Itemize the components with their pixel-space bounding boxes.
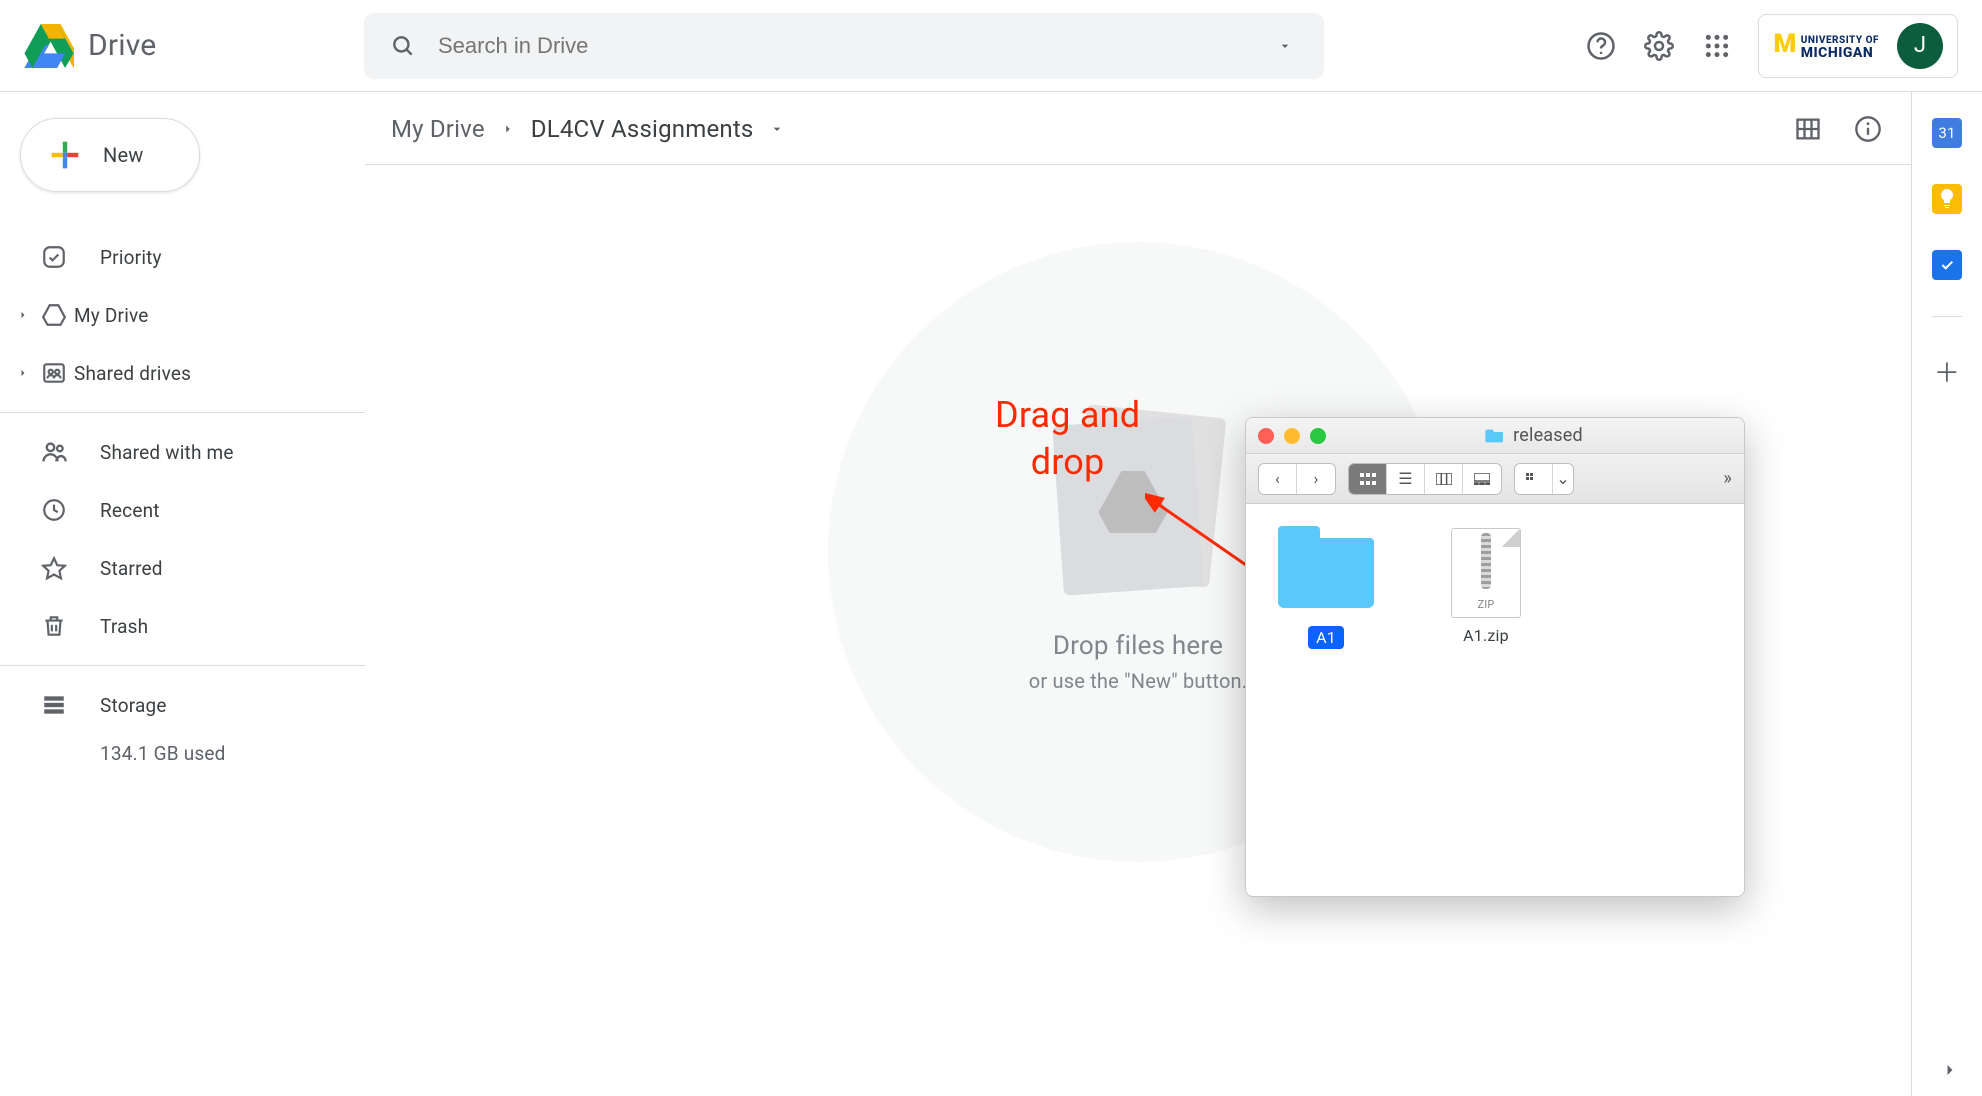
sidebar-item-label: Shared with me [100, 441, 234, 464]
window-traffic-lights [1258, 428, 1326, 444]
info-icon[interactable] [1851, 112, 1885, 146]
sidebar-item-label: Storage [100, 694, 167, 717]
view-grid-icon[interactable] [1791, 112, 1825, 146]
zip-file-icon: ZIP [1451, 528, 1521, 618]
shared-drives-icon [38, 360, 70, 386]
search-input[interactable] [438, 33, 1250, 59]
chevron-down-icon: ⌄ [1553, 464, 1573, 494]
breadcrumb-current[interactable]: DL4CV Assignments [531, 115, 754, 143]
plus-icon [45, 135, 85, 175]
folder-icon [1485, 428, 1505, 444]
dropzone-text-primary: Drop files here [1053, 631, 1223, 661]
finder-window[interactable]: released ‹ › ☰ ⌄ » [1245, 417, 1745, 897]
org-logo: MUNIVERSITY OFMICHIGAN [1773, 31, 1879, 61]
chevron-right-icon [12, 367, 34, 379]
minimize-window-icon[interactable] [1284, 428, 1300, 444]
zoom-window-icon[interactable] [1310, 428, 1326, 444]
account-avatar[interactable]: J [1897, 23, 1943, 69]
search-options-icon[interactable] [1268, 29, 1302, 63]
sidebar-item-starred[interactable]: Starred [0, 539, 365, 597]
search-bar[interactable] [364, 13, 1324, 79]
finder-nav-buttons: ‹ › [1258, 463, 1336, 495]
finder-view-buttons: ☰ [1348, 463, 1502, 495]
storage-used-text: 134.1 GB used [0, 742, 365, 765]
dropzone-illustration-icon [1028, 411, 1248, 591]
finder-toolbar: ‹ › ☰ ⌄ » [1246, 454, 1744, 504]
finder-item-name: A1 [1308, 626, 1344, 649]
help-icon[interactable] [1584, 29, 1618, 63]
folder-icon [1278, 538, 1374, 608]
starred-icon [38, 555, 70, 581]
recent-icon [38, 497, 70, 523]
side-panel: 31 ＋ [1912, 92, 1982, 1096]
sidebar-item-recent[interactable]: Recent [0, 481, 365, 539]
finder-gallery-view-button[interactable] [1463, 464, 1501, 494]
calendar-addon-icon[interactable]: 31 [1932, 118, 1962, 148]
storage-icon [38, 692, 70, 718]
tasks-addon-icon[interactable] [1932, 250, 1962, 280]
main-content: My Drive DL4CV Assignments Drop files he… [365, 92, 1912, 1096]
finder-forward-button[interactable]: › [1297, 464, 1335, 494]
sidebar-item-label: My Drive [74, 304, 149, 327]
trash-icon [38, 613, 70, 639]
sidebar-item-storage[interactable]: Storage [0, 676, 365, 734]
breadcrumb-dropdown-icon[interactable] [769, 121, 785, 137]
chevron-right-icon [501, 122, 515, 136]
sidebar-item-priority[interactable]: Priority [0, 228, 365, 286]
add-addon-button[interactable]: ＋ [1934, 353, 1960, 390]
sidebar-item-label: Priority [100, 246, 162, 269]
dropzone-text-secondary: or use the "New" button. [1029, 669, 1248, 693]
breadcrumb: My Drive DL4CV Assignments [365, 92, 1911, 165]
new-button-label: New [103, 143, 144, 167]
block-m-icon: M [1773, 29, 1796, 59]
settings-gear-icon[interactable] [1642, 29, 1676, 63]
priority-icon [38, 244, 70, 270]
finder-arrange-button[interactable]: ⌄ [1514, 463, 1574, 495]
sidebar-item-label: Trash [100, 615, 148, 638]
close-window-icon[interactable] [1258, 428, 1274, 444]
sidebar: New Priority My Drive Sha [0, 92, 365, 1096]
organization-card[interactable]: MUNIVERSITY OFMICHIGAN J [1758, 14, 1958, 78]
finder-item-zip[interactable]: ZIP A1.zip [1436, 530, 1536, 870]
apps-grid-icon[interactable] [1700, 29, 1734, 63]
new-button[interactable]: New [20, 118, 200, 192]
keep-addon-icon[interactable] [1932, 184, 1962, 214]
sidebar-item-trash[interactable]: Trash [0, 597, 365, 655]
header-actions: MUNIVERSITY OFMICHIGAN J [1584, 14, 1958, 78]
app-header: Drive MUNIVERSITY OFMICHIGAN J [0, 0, 1982, 92]
sidebar-item-my-drive[interactable]: My Drive [0, 286, 365, 344]
finder-body[interactable]: A1 ZIP A1.zip [1246, 504, 1744, 896]
finder-list-view-button[interactable]: ☰ [1387, 464, 1425, 494]
product-logo[interactable]: Drive [24, 24, 364, 68]
sidebar-item-label: Shared drives [74, 362, 191, 385]
product-name: Drive [88, 28, 156, 63]
sidebar-item-label: Recent [100, 499, 160, 522]
finder-column-view-button[interactable] [1425, 464, 1463, 494]
finder-titlebar[interactable]: released [1246, 418, 1744, 454]
shared-with-me-icon [38, 438, 70, 466]
search-icon[interactable] [386, 29, 420, 63]
finder-arrange-icon [1515, 464, 1553, 494]
drive-logo-icon [24, 24, 74, 68]
finder-icon-view-button[interactable] [1349, 464, 1387, 494]
sidebar-item-shared-with-me[interactable]: Shared with me [0, 423, 365, 481]
sidebar-item-label: Starred [100, 557, 163, 580]
finder-window-title: released [1336, 425, 1732, 446]
finder-back-button[interactable]: ‹ [1259, 464, 1297, 494]
finder-item-name: A1.zip [1463, 626, 1509, 645]
my-drive-icon [38, 302, 70, 328]
finder-item-folder[interactable]: A1 [1276, 530, 1376, 870]
rail-divider [1932, 316, 1962, 317]
breadcrumb-root[interactable]: My Drive [391, 115, 485, 143]
sidebar-item-shared-drives[interactable]: Shared drives [0, 344, 365, 402]
chevron-right-icon [12, 309, 34, 321]
finder-more-button[interactable]: » [1723, 468, 1732, 489]
hide-side-panel-button[interactable] [1940, 1060, 1960, 1080]
